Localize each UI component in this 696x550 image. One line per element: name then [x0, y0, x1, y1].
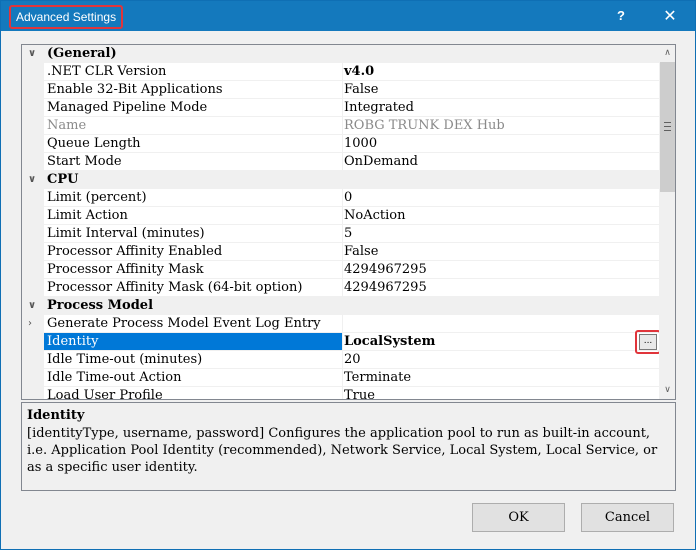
property-row-limit-percent[interactable]: Limit (percent) 0 — [22, 189, 663, 207]
expand-chevron-icon[interactable]: › — [28, 315, 38, 333]
property-value[interactable]: Terminate — [340, 369, 663, 387]
description-text: [identityType, username, password] Confi… — [27, 426, 658, 475]
category-label: (General) — [47, 46, 117, 61]
category-label: CPU — [47, 172, 79, 187]
property-name: Limit (percent) — [44, 189, 343, 207]
property-value[interactable]: False — [340, 81, 663, 99]
identity-ellipsis-button[interactable]: ... — [639, 334, 657, 350]
title-bar: Advanced Settings ? ✕ — [1, 1, 695, 31]
property-name: .NET CLR Version — [44, 63, 343, 81]
property-name: Limit Action — [44, 207, 343, 225]
property-name: Processor Affinity Mask (64-bit option) — [44, 279, 343, 297]
property-name: Processor Affinity Enabled — [44, 243, 343, 261]
property-name: Generate Process Model Event Log Entry — [44, 315, 343, 333]
property-row-start-mode[interactable]: Start Mode OnDemand — [22, 153, 663, 171]
property-name: Managed Pipeline Mode — [44, 99, 343, 117]
property-value[interactable]: LocalSystem — [340, 333, 663, 351]
advanced-settings-dialog: Advanced Settings ? ✕ ∨ (General) .NET C… — [0, 0, 696, 550]
scroll-up-arrow-icon[interactable]: ∧ — [659, 45, 675, 62]
property-value[interactable] — [340, 315, 663, 333]
property-name: Idle Time-out (minutes) — [44, 351, 343, 369]
scroll-down-arrow-icon[interactable]: ∨ — [659, 382, 675, 399]
property-row-enable-32bit[interactable]: Enable 32-Bit Applications False — [22, 81, 663, 99]
grip-icon — [664, 122, 671, 131]
collapse-chevron-icon[interactable]: ∨ — [28, 171, 38, 189]
dialog-title: Advanced Settings — [9, 5, 124, 29]
scrollbar-thumb[interactable] — [660, 62, 675, 192]
property-row-idle-timeout-action[interactable]: Idle Time-out Action Terminate — [22, 369, 663, 387]
property-row-queue-length[interactable]: Queue Length 1000 — [22, 135, 663, 153]
property-row-clr-version[interactable]: .NET CLR Version v4.0 — [22, 63, 663, 81]
description-title: Identity — [27, 408, 85, 423]
property-name: Name — [44, 117, 343, 135]
property-value[interactable]: 5 — [340, 225, 663, 243]
property-value[interactable]: v4.0 — [340, 63, 663, 81]
property-name: Processor Affinity Mask — [44, 261, 343, 279]
category-cpu[interactable]: ∨ CPU — [22, 171, 659, 189]
property-name: Idle Time-out Action — [44, 369, 343, 387]
cancel-button[interactable]: Cancel — [581, 503, 674, 532]
property-row-name[interactable]: Name ROBG TRUNK DEX Hub — [22, 117, 663, 135]
close-button[interactable]: ✕ — [645, 1, 695, 31]
help-button[interactable]: ? — [601, 1, 641, 31]
property-row-pipeline-mode[interactable]: Managed Pipeline Mode Integrated — [22, 99, 663, 117]
category-general[interactable]: ∨ (General) — [22, 45, 659, 63]
property-name: Queue Length — [44, 135, 343, 153]
category-label: Process Model — [47, 298, 154, 313]
property-row-affinity-mask[interactable]: Processor Affinity Mask 4294967295 — [22, 261, 663, 279]
property-name: Load User Profile — [44, 387, 343, 399]
collapse-chevron-icon[interactable]: ∨ — [28, 45, 38, 63]
property-row-affinity-mask-64[interactable]: Processor Affinity Mask (64-bit option) … — [22, 279, 663, 297]
property-name: Enable 32-Bit Applications — [44, 81, 343, 99]
property-value[interactable]: 4294967295 — [340, 279, 663, 297]
vertical-scrollbar[interactable]: ∧ ∨ — [659, 45, 675, 399]
ok-button[interactable]: OK — [472, 503, 565, 532]
property-row-affinity-enabled[interactable]: Processor Affinity Enabled False — [22, 243, 663, 261]
property-rows: ∨ (General) .NET CLR Version v4.0 Enable… — [22, 45, 663, 399]
property-value[interactable]: 4294967295 — [340, 261, 663, 279]
property-row-identity[interactable]: Identity LocalSystem — [22, 333, 663, 351]
property-value[interactable]: False — [340, 243, 663, 261]
property-name: Start Mode — [44, 153, 343, 171]
property-value: ROBG TRUNK DEX Hub — [340, 117, 663, 135]
property-row-load-user-profile[interactable]: Load User Profile True — [22, 387, 659, 399]
property-row-limit-action[interactable]: Limit Action NoAction — [22, 207, 663, 225]
property-row-idle-timeout[interactable]: Idle Time-out (minutes) 20 — [22, 351, 663, 369]
property-value[interactable]: Integrated — [340, 99, 663, 117]
property-name: Identity — [44, 333, 343, 351]
property-value[interactable]: NoAction — [340, 207, 663, 225]
property-grid[interactable]: ∨ (General) .NET CLR Version v4.0 Enable… — [21, 44, 676, 400]
collapse-chevron-icon[interactable]: ∨ — [28, 297, 38, 315]
property-row-limit-interval[interactable]: Limit Interval (minutes) 5 — [22, 225, 663, 243]
property-value[interactable]: OnDemand — [340, 153, 663, 171]
property-value[interactable]: True — [340, 387, 663, 399]
description-panel: Identity [identityType, username, passwo… — [21, 402, 676, 491]
property-row-event-log-entry[interactable]: › Generate Process Model Event Log Entry — [22, 315, 663, 333]
category-process-model[interactable]: ∨ Process Model — [22, 297, 659, 315]
property-value[interactable]: 20 — [340, 351, 663, 369]
property-name: Limit Interval (minutes) — [44, 225, 343, 243]
property-value[interactable]: 1000 — [340, 135, 663, 153]
property-value[interactable]: 0 — [340, 189, 663, 207]
